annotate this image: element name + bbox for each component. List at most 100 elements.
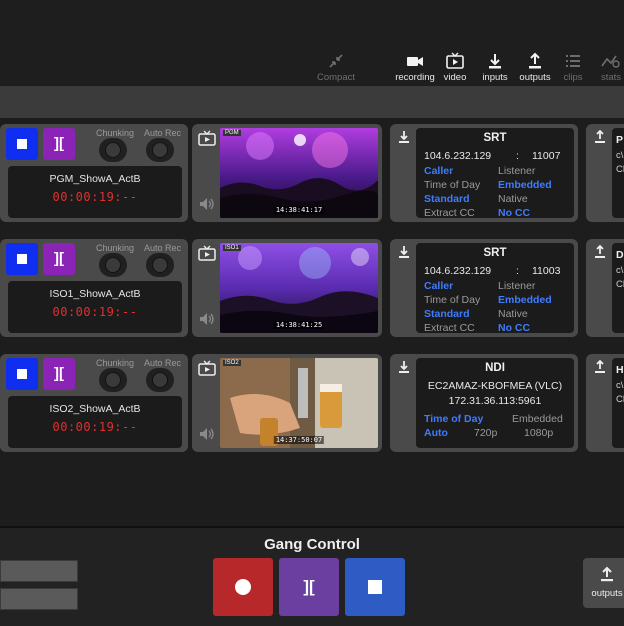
split-button[interactable]: ][: [43, 358, 75, 390]
resolution-auto[interactable]: Auto: [424, 427, 448, 439]
chunking-label: Chunking: [96, 243, 135, 253]
cc-none[interactable]: No CC: [498, 322, 530, 334]
sync-native[interactable]: Native: [498, 308, 528, 320]
timing-embedded[interactable]: Embedded: [498, 179, 552, 191]
video-thumbnail[interactable]: PGM 14:38:41:17: [220, 128, 378, 218]
split-icon: ][: [54, 135, 64, 152]
download-icon[interactable]: [398, 245, 410, 259]
list-icon: [566, 55, 580, 67]
mode-caller[interactable]: Caller: [424, 280, 453, 292]
beer-tap-image: [220, 358, 378, 448]
input-source-panel: NDI EC2AMAZ-KBOFMEA (VLC) 172.31.36.113:…: [390, 354, 578, 452]
output-info-box[interactable]: H c\ Cl: [612, 358, 624, 448]
channel-row-pgm: ][ Chunking Auto Rec PGM_ShowA_ActB 00:0…: [0, 124, 624, 224]
output-detail: Cl: [616, 394, 624, 405]
tv-icon[interactable]: [198, 130, 216, 146]
autorec-label: Auto Rec: [144, 243, 182, 253]
tv-icon[interactable]: [198, 245, 216, 261]
output-panel: H c\ Cl: [586, 354, 624, 452]
top-toolbar: Compact recording video inputs outputs c…: [0, 0, 624, 86]
compact-arrows-icon: [329, 54, 343, 68]
output-path: c\: [616, 380, 624, 391]
tv-icon: [446, 52, 464, 69]
gang-outputs-label: outputs: [591, 588, 623, 599]
output-info-box[interactable]: D c\ Cl: [612, 243, 624, 333]
output-detail: Cl: [616, 279, 624, 290]
source-port: 11007: [532, 150, 561, 162]
source-device: EC2AMAZ-KBOFMEA (VLC): [427, 380, 563, 392]
output-panel: P c\ Cl: [586, 124, 624, 222]
recording-name: PGM_ShowA_ActB: [49, 173, 141, 185]
split-button[interactable]: ][: [43, 243, 75, 275]
output-detail: Cl: [616, 164, 624, 175]
resolution-1080p[interactable]: 1080p: [524, 427, 553, 439]
download-icon[interactable]: [398, 360, 410, 374]
gang-field-1[interactable]: [0, 560, 78, 582]
resolution-720p[interactable]: 720p: [474, 427, 497, 439]
video-thumbnail[interactable]: ISO1 14:38:41:25: [220, 243, 378, 333]
channel-row-iso1: ][ Chunking Auto Rec ISO1_ShowA_ActB 00:…: [0, 239, 624, 339]
upload-icon[interactable]: [594, 130, 606, 144]
compact-button[interactable]: Compact: [310, 52, 362, 83]
sync-standard[interactable]: Standard: [424, 308, 470, 320]
cc-none[interactable]: No CC: [498, 207, 530, 219]
mode-listener[interactable]: Listener: [498, 165, 535, 177]
autorec-toggle[interactable]: [146, 138, 174, 162]
recording-name: ISO2_ShowA_ActB: [49, 403, 141, 415]
autorec-toggle[interactable]: [146, 253, 174, 277]
source-info-box[interactable]: NDI EC2AMAZ-KBOFMEA (VLC) 172.31.36.113:…: [416, 358, 574, 448]
record-controls-panel: ][ Chunking Auto Rec ISO2_ShowA_ActB 00:…: [0, 354, 188, 452]
timing-time-of-day[interactable]: Time of Day: [424, 413, 483, 425]
chunking-toggle[interactable]: [99, 368, 127, 392]
preview-badge: PGM: [223, 130, 241, 136]
timing-embedded[interactable]: Embedded: [512, 413, 563, 425]
chunking-toggle[interactable]: [99, 138, 127, 162]
sync-standard[interactable]: Standard: [424, 193, 470, 205]
speaker-icon[interactable]: [198, 311, 216, 327]
cc-extract[interactable]: Extract CC: [424, 322, 475, 334]
video-thumbnail[interactable]: ISO2 14:37:50:07: [220, 358, 378, 448]
gang-stop-button[interactable]: [345, 558, 405, 616]
timing-time-of-day[interactable]: Time of Day: [424, 294, 480, 306]
download-icon[interactable]: [398, 130, 410, 144]
timing-embedded[interactable]: Embedded: [498, 294, 552, 306]
mode-listener[interactable]: Listener: [498, 280, 535, 292]
source-address: 172.31.36.113:5961: [448, 395, 542, 407]
gang-field-2[interactable]: [0, 588, 78, 610]
timing-time-of-day[interactable]: Time of Day: [424, 179, 480, 191]
recording-timecode: 00:00:19:--: [52, 305, 138, 319]
inputs-button[interactable]: inputs: [478, 52, 512, 83]
sync-native[interactable]: Native: [498, 193, 528, 205]
tv-icon[interactable]: [198, 360, 216, 376]
video-button[interactable]: video: [438, 52, 472, 83]
address-separator: :: [516, 150, 519, 162]
stop-button[interactable]: [6, 128, 38, 160]
source-info-box[interactable]: SRT 104.6.232.129 : 11003 Caller Listene…: [416, 243, 574, 334]
output-info-box[interactable]: P c\ Cl: [612, 128, 624, 218]
stop-button[interactable]: [6, 358, 38, 390]
cc-extract[interactable]: Extract CC: [424, 207, 475, 219]
source-info-box[interactable]: SRT 104.6.232.129 : 11007 Caller Listene…: [416, 128, 574, 219]
gang-record-button[interactable]: [213, 558, 273, 616]
output-name: P: [616, 134, 624, 146]
gang-outputs-button[interactable]: outputs: [583, 558, 624, 608]
preview-badge: ISO2: [223, 360, 241, 366]
source-port: 11003: [532, 265, 561, 277]
upload-icon[interactable]: [594, 245, 606, 259]
gang-split-button[interactable]: ][: [279, 558, 339, 616]
outputs-button[interactable]: outputs: [515, 52, 555, 83]
speaker-icon[interactable]: [198, 426, 216, 442]
recording-label: recording: [395, 72, 435, 83]
recording-button[interactable]: recording: [393, 52, 437, 83]
stats-button[interactable]: stats: [598, 52, 624, 83]
clips-button[interactable]: clips: [559, 52, 587, 83]
speaker-icon[interactable]: [198, 196, 216, 212]
upload-icon[interactable]: [594, 360, 606, 374]
recording-timecode: 00:00:19:--: [52, 420, 138, 434]
mode-caller[interactable]: Caller: [424, 165, 453, 177]
source-protocol: SRT: [483, 247, 507, 259]
chunking-toggle[interactable]: [99, 253, 127, 277]
stop-button[interactable]: [6, 243, 38, 275]
autorec-toggle[interactable]: [146, 368, 174, 392]
split-button[interactable]: ][: [43, 128, 75, 160]
